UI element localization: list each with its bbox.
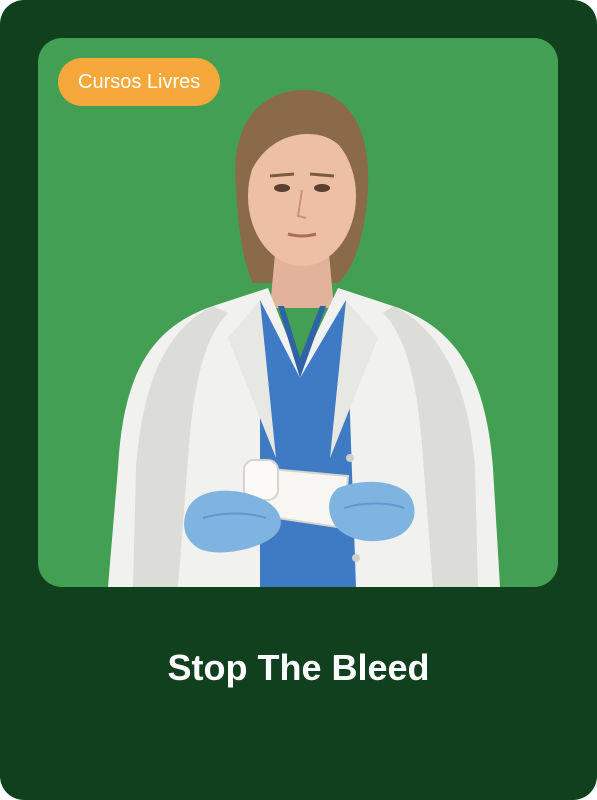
- course-photo: [108, 89, 500, 587]
- course-title[interactable]: Stop The Bleed: [0, 640, 597, 696]
- bandage-roll: [243, 459, 279, 501]
- category-badge: Cursos Livres: [58, 58, 221, 106]
- course-card[interactable]: Cursos Livres Stop The Bleed: [0, 0, 597, 800]
- eyebrow-left: [269, 172, 295, 178]
- coat-button: [346, 454, 354, 462]
- coat-button: [352, 554, 360, 562]
- course-image-panel: Cursos Livres: [38, 38, 558, 587]
- eye-left: [274, 184, 290, 192]
- eyebrow-right: [309, 172, 335, 178]
- eye-right: [314, 184, 330, 192]
